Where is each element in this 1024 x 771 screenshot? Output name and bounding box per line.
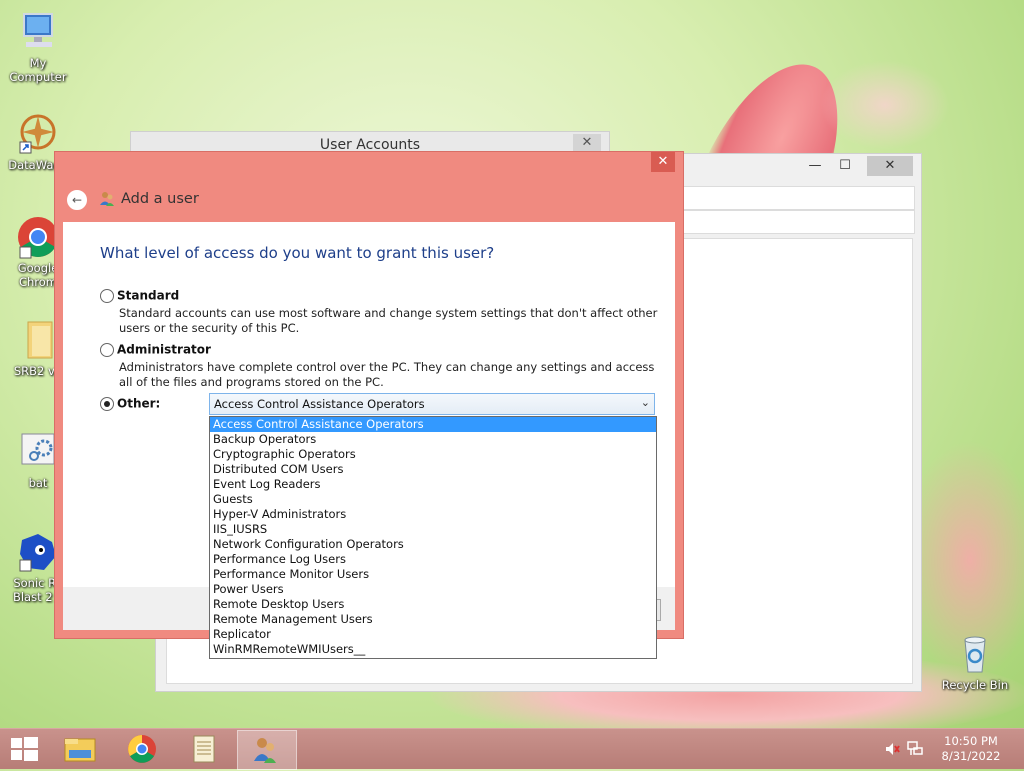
search-box[interactable] bbox=[681, 210, 915, 234]
taskbar-chrome[interactable] bbox=[113, 730, 171, 768]
maximize-button[interactable]: ☐ bbox=[831, 156, 859, 176]
dropdown-option[interactable]: Performance Log Users bbox=[210, 552, 656, 567]
dialog-title: Add a user bbox=[121, 191, 199, 207]
dropdown-option[interactable]: Hyper-V Administrators bbox=[210, 507, 656, 522]
chrome-icon bbox=[128, 735, 156, 763]
taskbar: 10:50 PM 8/31/2022 bbox=[0, 728, 1024, 770]
users-icon bbox=[254, 738, 276, 763]
close-button[interactable]: ✕ bbox=[867, 156, 913, 176]
system-tray: 10:50 PM 8/31/2022 bbox=[884, 729, 1024, 769]
dropdown-option[interactable]: Power Users bbox=[210, 582, 656, 597]
dropdown-option[interactable]: Replicator bbox=[210, 627, 656, 642]
clock-time: 10:50 PM bbox=[944, 734, 998, 748]
computer-icon bbox=[16, 10, 60, 54]
clock[interactable]: 10:50 PM 8/31/2022 bbox=[936, 734, 1006, 764]
option-label: Administrator bbox=[117, 342, 211, 357]
minimize-button[interactable]: — bbox=[801, 156, 829, 176]
dropdown-option[interactable]: Cryptographic Operators bbox=[210, 447, 656, 462]
desktop-icon-label: My Computer bbox=[9, 56, 67, 84]
option-administrator[interactable]: Administrator Administrators have comple… bbox=[100, 342, 659, 390]
dropdown-option[interactable]: Network Configuration Operators bbox=[210, 537, 656, 552]
other-radio[interactable] bbox=[100, 396, 114, 411]
desktop-icon-label: Recycle Bin bbox=[941, 678, 1009, 692]
option-description: Standard accounts can use most software … bbox=[119, 305, 658, 335]
back-arrow-icon[interactable]: ← bbox=[67, 190, 87, 210]
dropdown-option[interactable]: Performance Monitor Users bbox=[210, 567, 656, 582]
desktop-icon-my-computer[interactable]: My Computer bbox=[0, 10, 76, 84]
taskbar-file-explorer[interactable] bbox=[51, 730, 109, 768]
option-other[interactable]: Other: bbox=[100, 396, 160, 411]
option-standard[interactable]: Standard Standard accounts can use most … bbox=[100, 288, 659, 336]
dropdown-option[interactable]: Guests bbox=[210, 492, 656, 507]
dropdown-option[interactable]: IIS_IUSRS bbox=[210, 522, 656, 537]
users-icon bbox=[97, 190, 117, 210]
clock-date: 8/31/2022 bbox=[941, 749, 1001, 763]
speaker-muted-icon[interactable] bbox=[884, 741, 900, 757]
start-button[interactable] bbox=[0, 730, 58, 768]
close-button[interactable]: ✕ bbox=[573, 134, 601, 152]
datawago-icon bbox=[16, 112, 60, 156]
dropdown-option[interactable]: Access Control Assistance Operators bbox=[210, 417, 656, 432]
dropdown-option[interactable]: Backup Operators bbox=[210, 432, 656, 447]
group-select-value: Access Control Assistance Operators bbox=[214, 397, 425, 411]
access-level-question: What level of access do you want to gran… bbox=[100, 244, 495, 262]
chevron-down-icon[interactable]: ⌄ bbox=[641, 396, 650, 409]
address-bar[interactable] bbox=[681, 186, 915, 210]
recycle-bin-icon bbox=[953, 632, 997, 676]
group-select[interactable]: Access Control Assistance Operators ⌄ bbox=[209, 393, 655, 415]
dropdown-option[interactable]: Event Log Readers bbox=[210, 477, 656, 492]
group-dropdown-list: Access Control Assistance Operators Backu… bbox=[209, 416, 657, 659]
desktop-icon-recycle-bin[interactable]: Recycle Bin bbox=[937, 632, 1013, 692]
network-icon[interactable] bbox=[906, 740, 924, 758]
notepad-icon bbox=[193, 735, 215, 763]
dialog-close-button[interactable]: ✕ bbox=[651, 152, 675, 172]
administrator-radio[interactable] bbox=[100, 342, 114, 357]
taskbar-notepad[interactable] bbox=[175, 730, 233, 768]
dropdown-option[interactable]: Remote Management Users bbox=[210, 612, 656, 627]
taskbar-user-accounts[interactable] bbox=[237, 730, 297, 770]
option-description: Administrators have complete control ove… bbox=[119, 359, 655, 389]
standard-radio[interactable] bbox=[100, 288, 114, 303]
wallpaper-flower-glow bbox=[820, 60, 950, 150]
option-label: Standard bbox=[117, 288, 180, 303]
folder-icon bbox=[64, 738, 96, 762]
windows-logo-icon bbox=[11, 737, 38, 761]
option-label: Other: bbox=[117, 396, 161, 411]
dropdown-option[interactable]: Distributed COM Users bbox=[210, 462, 656, 477]
dropdown-option[interactable]: WinRMRemoteWMIUsers__ bbox=[210, 642, 656, 657]
dropdown-option[interactable]: Remote Desktop Users bbox=[210, 597, 656, 612]
